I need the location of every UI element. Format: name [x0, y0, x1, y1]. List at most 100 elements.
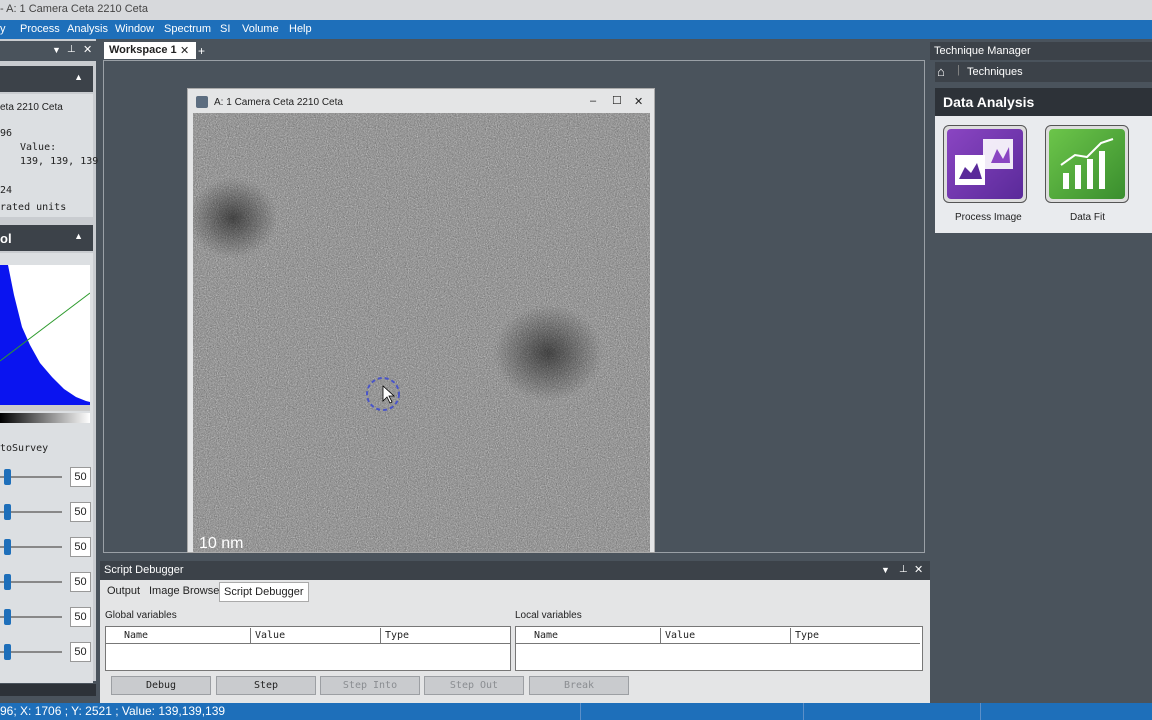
slider-thumb[interactable]: [4, 504, 11, 520]
column-header-name[interactable]: Name: [516, 628, 661, 644]
menu-item-volume[interactable]: Volume: [242, 23, 279, 35]
slider-thumb[interactable]: [4, 574, 11, 590]
tab-label: Workspace 1: [109, 44, 177, 56]
slider-value[interactable]: 50: [70, 467, 91, 487]
minimize-icon[interactable]: –: [590, 95, 596, 107]
slider-thumb[interactable]: [4, 609, 11, 625]
info-depth: 24: [0, 185, 13, 196]
break-button[interactable]: Break: [529, 676, 629, 695]
histogram[interactable]: [0, 265, 90, 411]
control-panel-header[interactable]: ol ▲: [0, 225, 93, 251]
window-title: - A: 1 Camera Ceta 2210 Ceta: [0, 3, 148, 15]
info-id: 96: [0, 128, 13, 139]
info-value-label: Value:: [20, 142, 57, 153]
slider-value[interactable]: 50: [70, 642, 91, 662]
local-variables-label: Local variables: [515, 610, 582, 621]
debug-button[interactable]: Debug: [111, 676, 211, 695]
left-panel-footer: [0, 684, 96, 696]
maximize-icon[interactable]: ☐: [612, 94, 622, 107]
info-value: 139, 139, 139: [20, 156, 99, 167]
tab-script-debugger[interactable]: Script Debugger: [219, 582, 309, 602]
slider-6[interactable]: 50: [0, 642, 93, 662]
slider-4[interactable]: 50: [0, 572, 93, 592]
column-header-type[interactable]: Type: [791, 628, 920, 644]
pin-icon[interactable]: ⊥: [67, 44, 76, 55]
cursor-loading-icon: [366, 377, 400, 411]
nav-divider: |: [957, 64, 960, 76]
data-analysis-header: Data Analysis: [935, 88, 1152, 116]
menu-item-process[interactable]: Process: [20, 23, 60, 35]
technique-manager-title: Technique Manager: [934, 45, 1031, 57]
data-analysis-title: Data Analysis: [943, 94, 1035, 110]
status-text: 96; X: 1706 ; Y: 2521 ; Value: 139,139,1…: [0, 704, 226, 718]
dropdown-icon[interactable]: ▼: [52, 45, 61, 55]
close-icon[interactable]: ✕: [83, 43, 92, 56]
menu-item-analysis[interactable]: Analysis: [67, 23, 108, 35]
micrograph-texture: [193, 113, 650, 552]
step-into-button[interactable]: Step Into: [320, 676, 420, 695]
info-panel-header[interactable]: ▲: [0, 66, 93, 92]
slider-thumb[interactable]: [4, 644, 11, 660]
status-divider: [580, 703, 581, 720]
column-header-value[interactable]: Value: [251, 628, 381, 644]
technique-nav: ⌂ | Techniques: [935, 62, 1152, 82]
status-divider: [980, 703, 981, 720]
collapse-icon[interactable]: ▲: [74, 72, 83, 82]
home-icon[interactable]: ⌂: [937, 64, 945, 79]
menu-item-window[interactable]: Window: [115, 23, 154, 35]
close-icon[interactable]: ✕: [914, 563, 923, 576]
pin-icon[interactable]: ⊥: [899, 564, 908, 575]
close-icon[interactable]: ✕: [634, 95, 643, 108]
info-units: rated units: [0, 202, 67, 213]
status-bar: 96; X: 1706 ; Y: 2521 ; Value: 139,139,1…: [0, 703, 1152, 720]
title-bar: - A: 1 Camera Ceta 2210 Ceta: [0, 0, 1152, 20]
slider-value[interactable]: 50: [70, 607, 91, 627]
slider-2[interactable]: 50: [0, 502, 93, 522]
process-image-label: Process Image: [955, 212, 1022, 223]
info-camera: eta 2210 Ceta: [0, 102, 63, 113]
menu-item-si[interactable]: SI: [220, 23, 230, 35]
data-fit-label: Data Fit: [1070, 212, 1106, 223]
local-variables-table[interactable]: Name Value Type: [515, 626, 923, 671]
micrograph-image[interactable]: 10 nm: [193, 113, 650, 552]
data-fit-tile[interactable]: [1045, 125, 1129, 203]
status-divider: [803, 703, 804, 720]
column-header-value[interactable]: Value: [661, 628, 791, 644]
menu-item-display[interactable]: y: [0, 23, 6, 35]
slider-thumb[interactable]: [4, 539, 11, 555]
column-header-name[interactable]: Name: [106, 628, 251, 644]
data-analysis-section: Data Analysis Process Image Data Fit: [935, 88, 1152, 233]
image-window-icon: [196, 96, 208, 108]
slider-1[interactable]: 50: [0, 467, 93, 487]
collapse-icon[interactable]: ▲: [74, 231, 83, 241]
add-tab-button[interactable]: +: [198, 44, 205, 58]
slider-3[interactable]: 50: [0, 537, 93, 557]
tab-workspace-1[interactable]: Workspace 1 ✕: [104, 42, 196, 59]
scale-bar-label: 10 nm: [199, 535, 244, 552]
menu-item-spectrum[interactable]: Spectrum: [164, 23, 211, 35]
column-header-type[interactable]: Type: [381, 628, 510, 644]
slider-value[interactable]: 50: [70, 502, 91, 522]
left-panel: ▼ ⊥ ✕ ▲ eta 2210 Ceta 96 Value: 139, 139…: [0, 39, 99, 696]
left-panel-toolbar: ▼ ⊥ ✕: [0, 41, 96, 61]
step-button[interactable]: Step: [216, 676, 316, 695]
dropdown-icon[interactable]: ▼: [881, 565, 890, 575]
close-icon[interactable]: ✕: [180, 44, 189, 57]
gradient-bar: [0, 413, 90, 423]
slider-value[interactable]: 50: [70, 572, 91, 592]
process-image-icon: [947, 129, 1023, 199]
tab-output[interactable]: Output: [103, 582, 144, 600]
data-fit-icon: [1049, 129, 1125, 199]
slider-value[interactable]: 50: [70, 537, 91, 557]
tab-image-browser[interactable]: Image Browser: [145, 582, 227, 600]
slider-thumb[interactable]: [4, 469, 11, 485]
slider-5[interactable]: 50: [0, 607, 93, 627]
techniques-breadcrumb[interactable]: Techniques: [967, 66, 1023, 78]
survey-label: toSurvey: [0, 443, 49, 454]
step-out-button[interactable]: Step Out: [424, 676, 524, 695]
process-image-tile[interactable]: [943, 125, 1027, 203]
control-panel-title: ol: [0, 231, 12, 246]
global-variables-table[interactable]: Name Value Type: [105, 626, 511, 671]
global-variables-label: Global variables: [105, 610, 177, 621]
menu-item-help[interactable]: Help: [289, 23, 312, 35]
